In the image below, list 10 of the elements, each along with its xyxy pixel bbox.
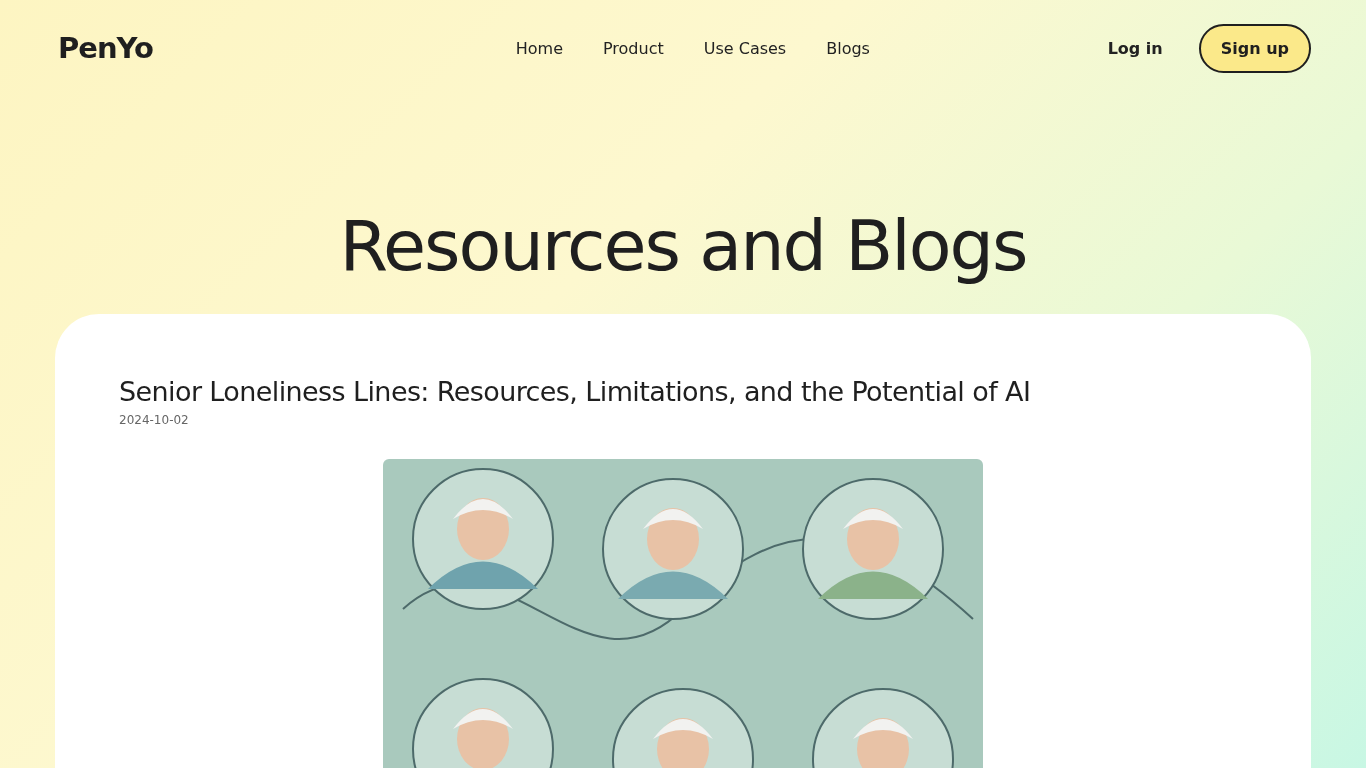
nav-link[interactable]: Home: [515, 38, 563, 58]
nav-link[interactable]: Use Cases: [703, 38, 787, 58]
logo[interactable]: PenYo: [58, 31, 258, 65]
signup-button[interactable]: Sign up: [1198, 23, 1311, 73]
page-heading: Resources and Blogs: [338, 204, 1028, 289]
nav-link[interactable]: Product: [603, 38, 664, 58]
nav-link[interactable]: Blogs: [826, 38, 870, 58]
post-title[interactable]: Senior Loneliness Lines: Resources, Limitations, and the Potential of AI: [119, 376, 1247, 407]
login-link[interactable]: Log in: [1107, 38, 1163, 58]
post-date: 2024-10-02: [119, 413, 190, 427]
